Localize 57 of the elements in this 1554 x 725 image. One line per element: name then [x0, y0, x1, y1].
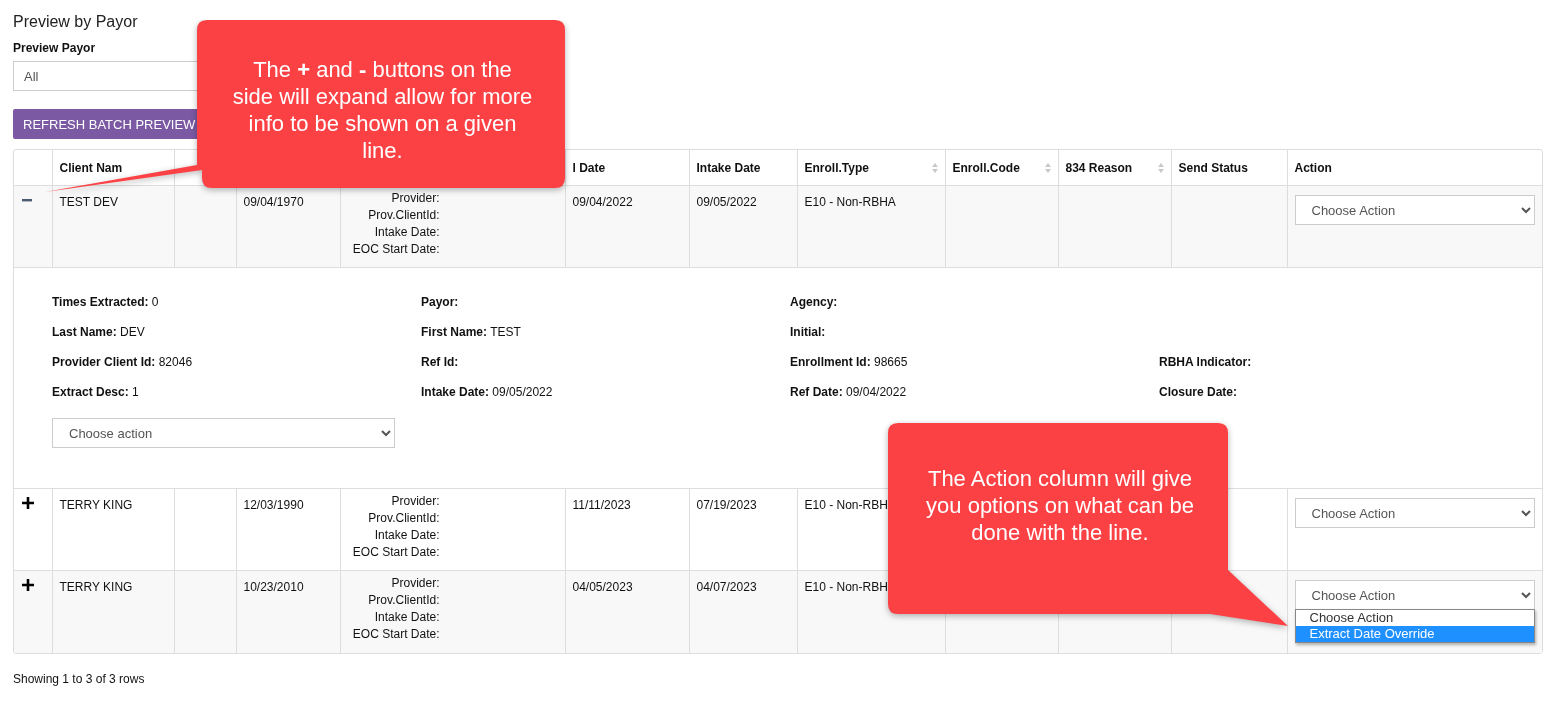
- column-header[interactable]: Enroll.Type: [797, 150, 945, 186]
- detail-field: Provider Client Id: 82046: [52, 355, 421, 385]
- detail-field: RBHA Indicator:: [1159, 355, 1528, 385]
- table-cell: 09/04/1970: [243, 195, 304, 209]
- detail-field: Times Extracted: 0: [52, 295, 421, 325]
- table-cell: 09/04/2022: [572, 195, 633, 209]
- detail-field: Agency:: [790, 295, 1159, 325]
- column-header: Action: [1287, 150, 1542, 186]
- field-label: Intake Date:: [373, 609, 440, 626]
- field-label: Preview Payor: [13, 41, 97, 55]
- action-select[interactable]: Choose Action: [1294, 498, 1535, 528]
- field-label: Provider:: [390, 190, 440, 207]
- table-cell: TERRY KING: [59, 498, 133, 512]
- column-header[interactable]: 834 Reason: [1058, 150, 1171, 186]
- field-label: EOC Start Date:: [351, 544, 440, 561]
- field-label: Provider:: [390, 493, 440, 510]
- detail-field: Enrollment Id: 98665: [790, 355, 1159, 385]
- field-label: Prov.ClientId:: [367, 207, 440, 224]
- field-label: Prov.ClientId:: [367, 592, 440, 609]
- detail-field: First Name: TEST: [421, 325, 790, 355]
- field-label: EOC Start Date:: [351, 626, 440, 643]
- detail-field: Extract Desc: 1: [52, 385, 421, 415]
- detail-field: Last Name: DEV: [52, 325, 421, 355]
- table-cell: 09/05/2022: [696, 195, 757, 209]
- detail-field: Initial:: [790, 325, 1159, 355]
- detail-field: Payor:: [421, 295, 790, 325]
- detail-field: Intake Date: 09/05/2022: [421, 385, 790, 415]
- action-select[interactable]: Choose Action: [1294, 195, 1535, 225]
- action-select[interactable]: Choose Action: [1294, 580, 1535, 610]
- page-title: Preview by Payor: [13, 12, 139, 32]
- table-cell: 07/19/2023: [696, 498, 757, 512]
- plus-icon[interactable]: [22, 497, 34, 509]
- table-cell: TEST DEV: [59, 195, 118, 209]
- action-select[interactable]: Choose action: [52, 418, 395, 448]
- field-label: EOC Start Date:: [351, 241, 440, 258]
- table-cell: 04/07/2023: [696, 580, 757, 594]
- table-cell: E10 - Non-RBH: [804, 580, 888, 594]
- plus-icon[interactable]: [22, 579, 34, 591]
- table-cell: TERRY KING: [59, 580, 133, 594]
- table-cell: E10 - Non-RBH: [804, 498, 888, 512]
- field-label: Prov.ClientId:: [367, 510, 440, 527]
- table-cell: 12/03/1990: [243, 498, 304, 512]
- detail-field: Ref Date: 09/04/2022: [790, 385, 1159, 415]
- column-header: Intake Date: [689, 150, 797, 186]
- column-header: Send Status: [1171, 150, 1287, 186]
- field-label: Intake Date:: [373, 224, 440, 241]
- detail-field: Closure Date:: [1159, 385, 1528, 415]
- table-cell: 11/11/2023: [572, 498, 631, 512]
- dropdown-option[interactable]: Choose Action: [1295, 610, 1534, 626]
- table-cell: 10/23/2010: [243, 580, 304, 594]
- table-cell: 04/05/2023: [572, 580, 633, 594]
- pagination-info: Showing 1 to 3 of 3 rows: [13, 671, 146, 686]
- column-header[interactable]: Enroll.Code: [945, 150, 1058, 186]
- detail-field: Ref Id:: [421, 355, 790, 385]
- table-cell: E10 - Non-RBHA: [804, 195, 896, 209]
- field-label: Intake Date:: [373, 527, 440, 544]
- field-label: Provider:: [390, 575, 440, 592]
